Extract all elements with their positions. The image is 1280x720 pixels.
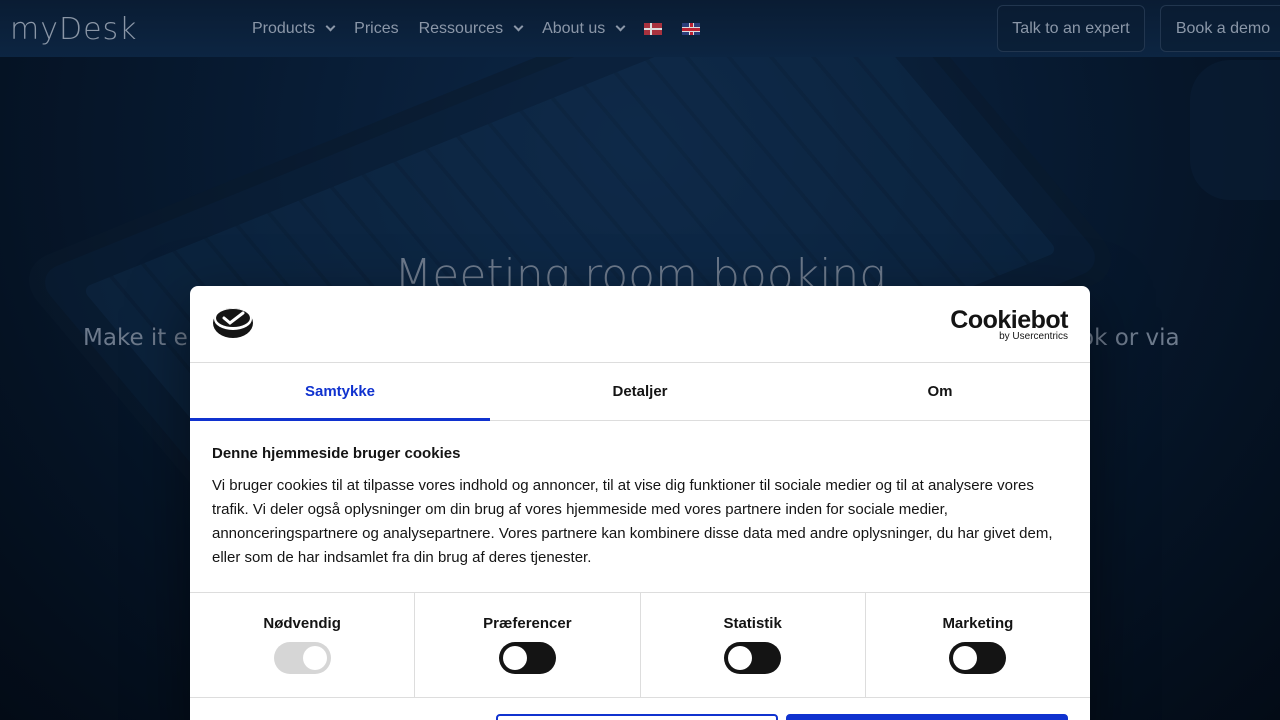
book-demo-button[interactable]: Book a demo bbox=[1160, 5, 1280, 52]
cookiebot-brand[interactable]: Cookiebot by Usercentrics bbox=[950, 308, 1068, 343]
talk-to-expert-button[interactable]: Talk to an expert bbox=[997, 5, 1145, 52]
category-marketing: Marketing bbox=[866, 593, 1090, 697]
hero-subtitle-end: ok or via bbox=[1080, 325, 1180, 351]
cookie-categories: Nødvendig Præferencer Statistik Marketin… bbox=[190, 593, 1090, 698]
category-statistics: Statistik bbox=[641, 593, 866, 697]
nav-item-label: Prices bbox=[354, 19, 399, 37]
hero-subtitle: Make it e bbox=[83, 325, 188, 351]
category-preferences: Præferencer bbox=[415, 593, 641, 697]
statistics-toggle[interactable] bbox=[724, 642, 782, 674]
nav-item-about[interactable]: About us bbox=[542, 19, 626, 38]
dialog-header: Cookiebot by Usercentrics bbox=[190, 286, 1090, 363]
marketing-toggle[interactable] bbox=[949, 642, 1007, 674]
dialog-body-text: Vi bruger cookies til at tilpasse vores … bbox=[212, 477, 1053, 566]
cookie-consent-dialog: Cookiebot by Usercentrics Samtykke Detal… bbox=[190, 286, 1090, 720]
category-label: Præferencer bbox=[483, 615, 572, 632]
category-necessary: Nødvendig bbox=[190, 593, 416, 697]
dialog-tabs: Samtykke Detaljer Om bbox=[190, 363, 1090, 421]
uk-flag-icon[interactable] bbox=[682, 22, 701, 35]
category-label: Statistik bbox=[723, 615, 782, 632]
top-navigation: myDesk Products Prices Ressources About … bbox=[0, 0, 1280, 57]
decorative-shape bbox=[1190, 60, 1280, 200]
dialog-content: Denne hjemmeside bruger cookies Vi bruge… bbox=[190, 421, 1090, 593]
category-label: Marketing bbox=[942, 615, 1014, 632]
allow-all-button[interactable] bbox=[786, 714, 1068, 720]
chevron-down-icon bbox=[325, 21, 336, 32]
chevron-down-icon bbox=[615, 21, 626, 32]
nav-item-prices[interactable]: Prices bbox=[354, 20, 398, 38]
tab-detaljer[interactable]: Detaljer bbox=[490, 363, 790, 420]
dialog-button-row bbox=[496, 714, 1068, 720]
brand-name: Cookiebot bbox=[950, 306, 1068, 334]
nav-item-label: About us bbox=[542, 19, 606, 37]
necessary-toggle[interactable] bbox=[273, 642, 331, 674]
cookiebot-logo-icon bbox=[213, 308, 253, 338]
tab-samtykke[interactable]: Samtykke bbox=[190, 363, 490, 421]
mydesk-logo[interactable]: myDesk bbox=[10, 12, 138, 47]
nav-item-products[interactable]: Products bbox=[252, 19, 336, 38]
allow-selection-button[interactable] bbox=[496, 714, 778, 720]
category-label: Nødvendig bbox=[263, 615, 341, 632]
nav-item-label: Ressources bbox=[418, 19, 504, 37]
preferences-toggle[interactable] bbox=[498, 642, 556, 674]
dialog-heading: Denne hjemmeside bruger cookies bbox=[212, 445, 461, 462]
nav-item-ressources[interactable]: Ressources bbox=[418, 19, 524, 38]
nav-menu: Products Prices Ressources About us bbox=[252, 0, 701, 57]
danish-flag-icon[interactable] bbox=[644, 22, 663, 35]
nav-item-label: Products bbox=[252, 19, 316, 37]
tab-om[interactable]: Om bbox=[790, 363, 1090, 420]
chevron-down-icon bbox=[513, 21, 524, 32]
